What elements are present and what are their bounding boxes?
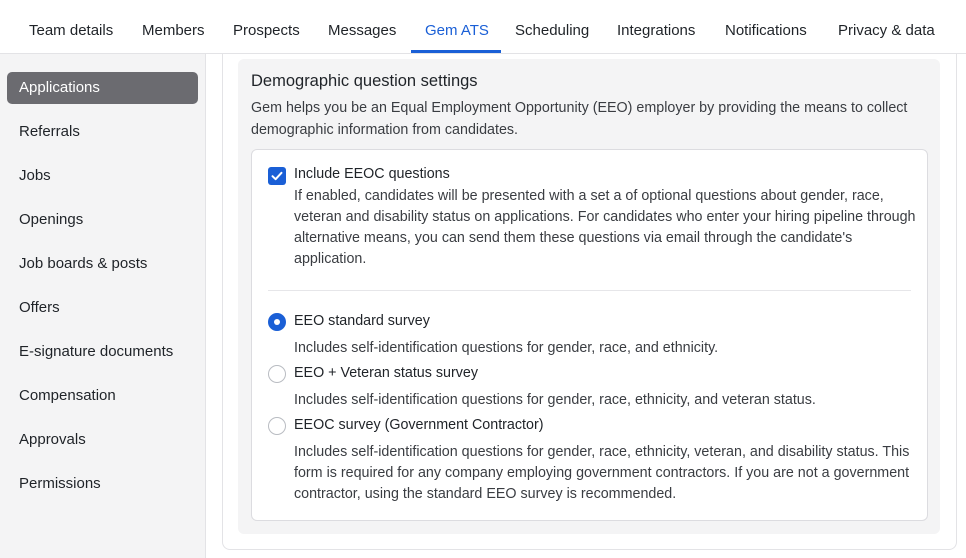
sidebar-item-approvals[interactable]: Approvals [7, 424, 198, 456]
eeoc-government-survey-radio[interactable] [268, 417, 286, 435]
eeo-standard-survey-radio[interactable] [268, 313, 286, 331]
tab-integrations[interactable]: Integrations [617, 0, 695, 53]
eeo-veteran-survey-label: EEO + Veteran status survey [294, 365, 478, 381]
sidebar-item-job-boards-posts[interactable]: Job boards & posts [7, 248, 198, 280]
divider [268, 290, 911, 291]
sidebar-item-e-signature-documents[interactable]: E-signature documents [7, 336, 198, 368]
tab-team-details[interactable]: Team details [29, 0, 113, 53]
sidebar-item-permissions[interactable]: Permissions [7, 468, 198, 500]
tab-notifications[interactable]: Notifications [725, 0, 807, 53]
eeo-veteran-survey-radio[interactable] [268, 365, 286, 383]
tab-prospects[interactable]: Prospects [233, 0, 300, 53]
sidebar: Applications Referrals Jobs Openings Job… [0, 54, 206, 558]
eeo-standard-survey-label: EEO standard survey [294, 313, 430, 329]
sidebar-item-referrals[interactable]: Referrals [7, 116, 198, 148]
section-description: Gem helps you be an Equal Employment Opp… [251, 100, 908, 138]
tab-gem-ats[interactable]: Gem ATS [425, 0, 489, 53]
eeoc-government-survey-description: Includes self-identification questions f… [294, 444, 910, 502]
eeo-standard-survey-description: Includes self-identification questions f… [294, 340, 719, 356]
tab-members[interactable]: Members [142, 0, 205, 53]
checkmark-icon [271, 171, 283, 181]
tab-messages[interactable]: Messages [328, 0, 396, 53]
sidebar-item-openings[interactable]: Openings [7, 204, 198, 236]
include-eeoc-checkbox[interactable] [268, 167, 286, 185]
eeoc-government-survey-label: EEOC survey (Government Contractor) [294, 417, 544, 433]
settings-top-nav: Team details Members Prospects Messages … [0, 0, 966, 54]
eeo-veteran-survey-description: Includes self-identification questions f… [294, 392, 816, 408]
section-title: Demographic question settings [251, 72, 478, 90]
tab-privacy-data[interactable]: Privacy & data [838, 0, 935, 53]
sidebar-item-jobs[interactable]: Jobs [7, 160, 198, 192]
tab-scheduling[interactable]: Scheduling [515, 0, 589, 53]
sidebar-item-offers[interactable]: Offers [7, 292, 198, 324]
include-eeoc-description: If enabled, candidates will be presented… [294, 188, 916, 267]
sidebar-item-applications[interactable]: Applications [7, 72, 198, 104]
active-tab-indicator [411, 50, 501, 53]
include-eeoc-label: Include EEOC questions [294, 166, 450, 182]
sidebar-item-compensation[interactable]: Compensation [7, 380, 198, 412]
